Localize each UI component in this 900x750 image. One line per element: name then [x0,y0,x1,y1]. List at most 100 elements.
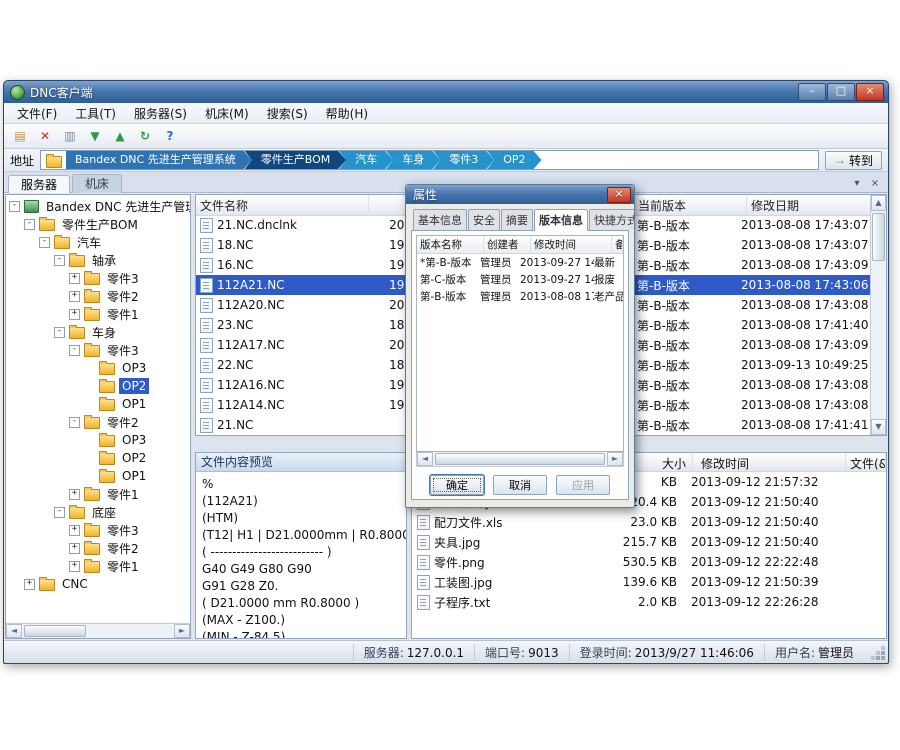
column-header-name[interactable]: 文件名称 [196,195,369,215]
tree-item[interactable]: -零件3 [6,341,190,359]
version-row[interactable]: 第-C-版本管理员2013-09-27 14:报废 [417,271,623,288]
dialog-tab[interactable]: 版本信息 [534,209,588,231]
scroll-thumb[interactable] [435,453,605,465]
collapse-icon[interactable]: - [9,201,20,212]
tree-item[interactable]: +零件2 [6,539,190,557]
column-header-file[interactable]: 文件(&N) [846,453,886,471]
dialog-tab[interactable]: 安全 [468,209,500,230]
close-tab-icon[interactable]: × [868,178,882,189]
expand-icon[interactable]: + [69,291,80,302]
cancel-button[interactable]: 取消 [493,475,547,495]
attachment-row[interactable]: 工装图.jpg139.6 KB2013-09-12 21:50:39 [412,572,886,592]
breadcrumb-segment[interactable]: 零件3 [433,151,494,169]
tree-item[interactable]: -汽车 [6,233,190,251]
file-list-vscrollbar[interactable] [870,195,886,435]
maximize-button[interactable]: □ [827,83,855,101]
tree-item[interactable]: -轴承 [6,251,190,269]
breadcrumb-segment[interactable]: 汽车 [339,151,393,169]
dialog-tab[interactable]: 基本信息 [413,209,467,230]
tree-item[interactable]: OP2 [6,449,190,467]
expand-icon[interactable]: + [24,579,35,590]
breadcrumb-segment[interactable]: 车身 [386,151,440,169]
column-header-version[interactable]: 当前版本 [634,195,747,215]
resize-grip-icon[interactable] [881,656,885,660]
collapse-icon[interactable]: - [69,345,80,356]
tree-item[interactable]: -Bandex DNC 先进生产管理系统 [6,197,190,215]
collapse-icon[interactable]: - [54,507,65,518]
scroll-left-icon[interactable] [6,624,22,638]
version-row[interactable]: *第-B-版本管理员2013-09-27 14:最新 [417,254,623,271]
column-header-creator[interactable]: 创建者 [484,236,531,253]
menu-item[interactable]: 帮助(H) [317,103,377,124]
collapse-icon[interactable]: - [24,219,35,230]
breadcrumb-segment[interactable]: 零件生产BOM [245,151,347,169]
version-row[interactable]: 第-B-版本管理员2013-08-08 17:老产品程序 [417,288,623,305]
tree-item[interactable]: OP3 [6,431,190,449]
ok-button[interactable]: 确定 [430,475,484,495]
dialog-hscrollbar[interactable] [416,452,624,467]
tree-item[interactable]: OP1 [6,395,190,413]
attachment-row[interactable]: 夹具.jpg215.7 KB2013-09-12 21:50:40 [412,532,886,552]
menu-item[interactable]: 工具(T) [66,103,125,124]
expand-icon[interactable]: + [69,561,80,572]
expand-icon[interactable]: + [69,543,80,554]
breadcrumb-segment[interactable]: Bandex DNC 先进生产管理系统 [66,151,252,169]
tree-item[interactable]: -零件2 [6,413,190,431]
apply-button[interactable]: 应用 [556,475,610,495]
tree-item[interactable]: +零件3 [6,269,190,287]
attachment-row[interactable]: 零件.png530.5 KB2013-09-12 22:22:48 [412,552,886,572]
new-file-icon[interactable]: ▤ [9,126,31,147]
tree-item[interactable]: -车身 [6,323,190,341]
column-header-date[interactable]: 修改日期 [747,195,886,215]
tree-hscrollbar[interactable] [6,623,190,638]
menu-item[interactable]: 机床(M) [196,103,258,124]
view-tab[interactable]: 机床 [72,174,122,193]
menu-item[interactable]: 服务器(S) [125,103,196,124]
breadcrumb-segment[interactable]: OP2 [487,151,541,169]
tree-item[interactable]: +零件2 [6,287,190,305]
minimize-button[interactable]: – [798,83,826,101]
go-button[interactable]: → 转到 [825,151,882,170]
tree-item[interactable]: -零件生产BOM [6,215,190,233]
attachment-row[interactable]: 子程序.txt2.0 KB2013-09-12 22:26:28 [412,592,886,612]
column-header-version-name[interactable]: 版本名称 [417,236,484,253]
close-button[interactable]: × [856,83,884,101]
menu-item[interactable]: 文件(F) [8,103,66,124]
help-icon[interactable]: ? [159,126,181,147]
refresh-icon[interactable]: ↻ [134,126,156,147]
dialog-title-bar[interactable]: 属性 × [406,185,634,204]
dialog-tab[interactable]: 摘要 [501,209,533,230]
expand-icon[interactable]: + [69,525,80,536]
dialog-tab[interactable]: 快捷方式 [589,209,634,230]
scroll-thumb[interactable] [24,625,86,637]
scroll-thumb[interactable] [872,213,885,261]
scroll-up-icon[interactable] [871,195,886,211]
delete-icon[interactable]: ✕ [34,126,56,147]
address-field[interactable]: Bandex DNC 先进生产管理系统零件生产BOM汽车车身零件3OP2 [40,150,819,170]
column-header-modify-time[interactable]: 修改时间 [531,236,612,253]
tree-item[interactable]: OP2 [6,377,190,395]
scroll-left-icon[interactable] [417,452,433,466]
collapse-icon[interactable]: - [54,255,65,266]
attachment-row[interactable]: 配刀文件.xls23.0 KB2013-09-12 21:50:40 [412,512,886,532]
title-bar[interactable]: DNC客户端 – □ × [4,81,888,103]
copy-icon[interactable]: ▥ [59,126,81,147]
expand-icon[interactable]: + [69,273,80,284]
collapse-icon[interactable]: - [69,417,80,428]
scroll-down-icon[interactable] [871,419,886,435]
tree-item[interactable]: +零件1 [6,485,190,503]
expand-icon[interactable]: + [69,309,80,320]
tree-item[interactable]: OP1 [6,467,190,485]
dialog-close-icon[interactable]: × [607,187,631,203]
tree-item[interactable]: +零件1 [6,305,190,323]
upload-icon[interactable]: ▲ [109,126,131,147]
column-header-note[interactable]: 备注 [612,236,623,253]
tree-item[interactable]: +CNC [6,575,190,593]
tree-item[interactable]: OP3 [6,359,190,377]
tree-item[interactable]: -底座 [6,503,190,521]
scroll-right-icon[interactable] [607,452,623,466]
menu-item[interactable]: 搜索(S) [258,103,317,124]
tree-item[interactable]: +零件1 [6,557,190,575]
collapse-icon[interactable]: - [39,237,50,248]
scroll-right-icon[interactable] [174,624,190,638]
